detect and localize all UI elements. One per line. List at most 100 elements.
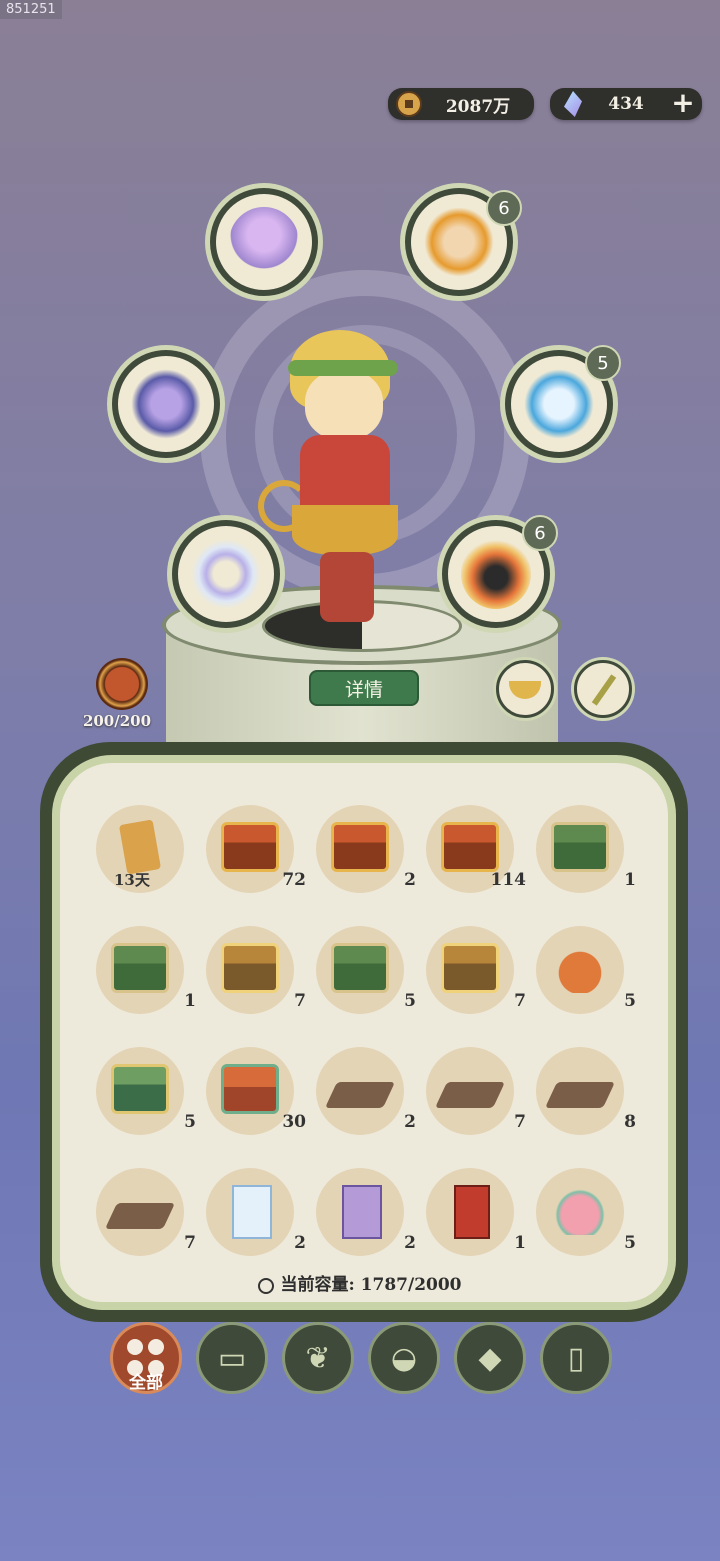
green-chest-icon xyxy=(551,822,609,872)
inventory-item[interactable]: 5 xyxy=(526,1163,636,1273)
item-count: 5 xyxy=(404,991,416,1011)
herb-icon: ❦ xyxy=(305,1340,331,1376)
inventory-item[interactable]: 7 xyxy=(86,1163,196,1273)
detail-button[interactable]: 详情 xyxy=(309,670,419,706)
tab-food[interactable]: ◒ xyxy=(368,1322,440,1394)
capacity-label: 当前容量: xyxy=(280,1275,355,1295)
pink-lotus-icon xyxy=(551,1185,609,1235)
inventory-item[interactable]: 2 xyxy=(306,1163,416,1273)
inventory-item[interactable]: 13天 xyxy=(86,800,196,910)
coin-balance: 2087万 xyxy=(388,88,534,120)
phoenix-bird-portrait-icon xyxy=(461,539,531,609)
red-chest-books-icon xyxy=(331,822,389,872)
palm-chest-icon xyxy=(111,1064,169,1114)
spoon-board-icon xyxy=(324,1082,396,1108)
stamina-indicator[interactable]: 200/200 xyxy=(83,658,152,730)
inventory-item[interactable]: 2 xyxy=(306,800,416,910)
tab-all[interactable]: 全部 xyxy=(110,1322,182,1394)
bamboo-button[interactable] xyxy=(574,660,632,718)
item-count: 2 xyxy=(294,1233,306,1253)
stamina-value: 200/200 xyxy=(82,712,152,730)
tab-ore[interactable]: ◆ xyxy=(454,1322,526,1394)
item-count: 72 xyxy=(282,870,306,890)
inventory-item[interactable]: 114 xyxy=(416,800,526,910)
item-count: 1 xyxy=(624,870,636,890)
spoon-board-icon xyxy=(434,1082,506,1108)
fire-spirit-portrait-icon xyxy=(424,207,494,277)
inventory-item[interactable]: 7 xyxy=(196,921,306,1031)
tab-wood[interactable]: ▭ xyxy=(196,1322,268,1394)
inventory-item[interactable]: 1 xyxy=(416,1163,526,1273)
ice-spirit-portrait-icon xyxy=(524,369,594,439)
capacity-icon xyxy=(258,1277,275,1294)
item-count: 7 xyxy=(514,991,526,1011)
inventory-item[interactable]: 72 xyxy=(196,800,306,910)
shrine-chest-icon xyxy=(221,1064,279,1114)
inventory-item[interactable]: 5 xyxy=(306,921,416,1031)
inventory-item[interactable]: 7 xyxy=(416,921,526,1031)
ice-spirit-level-badge: 5 xyxy=(585,345,621,381)
rice-bowl-icon: ◒ xyxy=(390,1340,418,1376)
tab-all-label: 全部 xyxy=(129,1373,163,1393)
equip-slot-lotus-lamp[interactable] xyxy=(210,188,318,296)
device-id-tag: 851251 xyxy=(0,0,62,19)
phoenix-level-badge: 6 xyxy=(522,515,558,551)
inventory-item[interactable]: 1 xyxy=(526,800,636,910)
wood-log-icon: ▭ xyxy=(217,1340,247,1376)
inventory-item[interactable]: 1 xyxy=(86,921,196,1031)
red-chest-books-icon xyxy=(441,822,499,872)
crystal-armor-icon xyxy=(131,369,201,439)
item-count: 5 xyxy=(624,991,636,1011)
hero-skirt xyxy=(292,505,398,555)
inventory-item[interactable]: 8 xyxy=(526,1042,636,1152)
capacity-readout: 当前容量: 1787/2000 xyxy=(0,1270,720,1295)
food-porridge-button[interactable] xyxy=(496,660,554,718)
coin-value: 2087万 xyxy=(445,96,511,117)
tab-herb[interactable]: ❦ xyxy=(282,1322,354,1394)
inventory-item[interactable]: 7 xyxy=(416,1042,526,1152)
inventory-item[interactable]: 2 xyxy=(306,1042,416,1152)
item-count: 5 xyxy=(184,1112,196,1132)
gem-balance: 434 + xyxy=(550,88,702,120)
gold-chest-icon xyxy=(221,943,279,993)
red-chest-icon xyxy=(221,822,279,872)
gem-icon xyxy=(564,91,582,117)
scroll-icon: ▯ xyxy=(567,1340,585,1376)
hero-leaf-wreath xyxy=(288,360,398,376)
item-count: 1 xyxy=(514,1233,526,1253)
equip-slot-armor[interactable] xyxy=(112,350,220,458)
item-count: 13天 xyxy=(114,871,150,889)
tab-scroll[interactable]: ▯ xyxy=(540,1322,612,1394)
inventory-item[interactable]: 2 xyxy=(196,1163,306,1273)
blue-talisman-icon xyxy=(232,1185,272,1239)
item-count: 7 xyxy=(294,991,306,1011)
item-count: 2 xyxy=(404,1233,416,1253)
stamina-face-icon xyxy=(96,658,148,710)
inventory-item[interactable]: 5 xyxy=(86,1042,196,1152)
lotus-lamp-icon xyxy=(229,207,299,277)
inventory-item[interactable]: 30 xyxy=(196,1042,306,1152)
plus-icon[interactable]: + xyxy=(670,89,696,117)
item-count: 1 xyxy=(184,991,196,1011)
orange-pouch-icon xyxy=(551,943,609,993)
purple-talisman-icon xyxy=(342,1185,382,1239)
gold-chest-icon xyxy=(441,943,499,993)
hero-character[interactable] xyxy=(258,330,420,630)
item-count: 5 xyxy=(624,1233,636,1253)
item-count: 2 xyxy=(404,870,416,890)
fire-spirit-level-badge: 6 xyxy=(486,190,522,226)
equip-slot-bracelet[interactable] xyxy=(172,520,280,628)
item-count: 7 xyxy=(514,1112,526,1132)
gem-value: 434 xyxy=(608,94,644,114)
hero-legs xyxy=(320,552,374,622)
spoon-board-icon xyxy=(544,1082,616,1108)
item-count: 114 xyxy=(490,870,527,890)
spirit-bracelet-icon xyxy=(191,539,261,609)
item-count: 30 xyxy=(282,1112,306,1132)
ore-icon: ◆ xyxy=(478,1340,502,1376)
green-chest-icon xyxy=(111,943,169,993)
hero-face xyxy=(305,370,383,440)
item-count: 7 xyxy=(184,1233,196,1253)
inventory-item[interactable]: 5 xyxy=(526,921,636,1031)
coin-icon xyxy=(396,91,422,117)
